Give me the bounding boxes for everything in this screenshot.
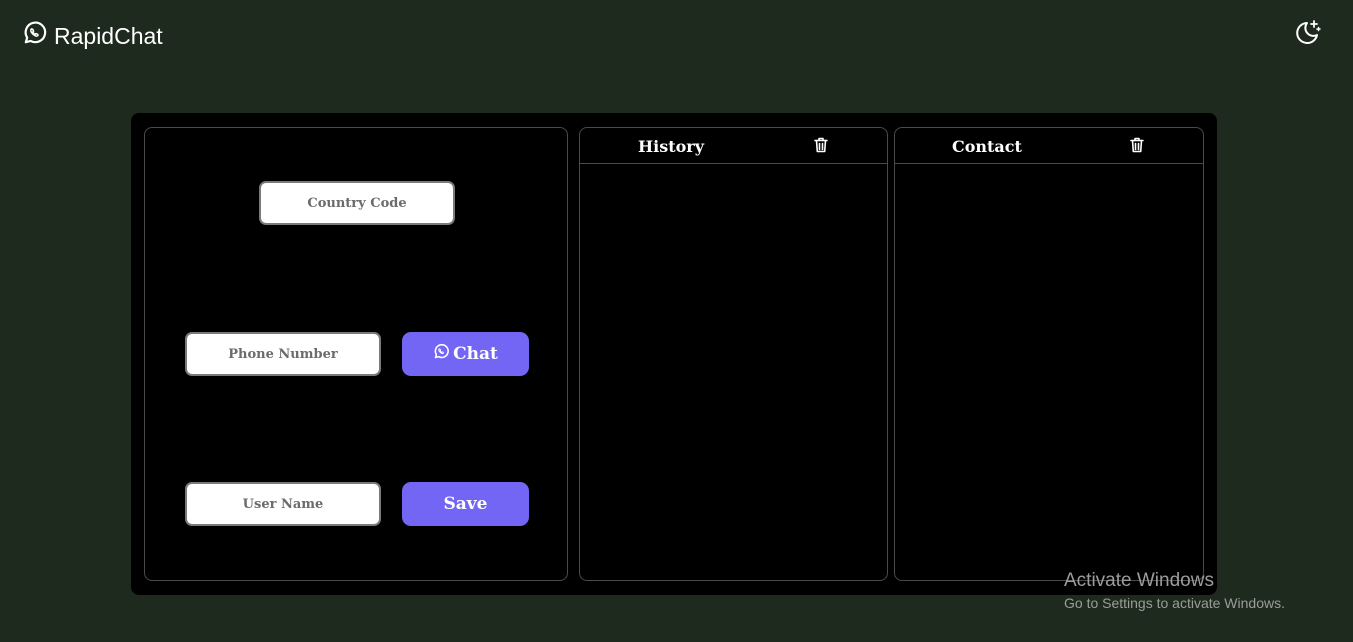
chat-button[interactable]: Chat	[402, 332, 529, 376]
brand[interactable]: RapidChat	[22, 20, 163, 52]
history-title: History	[638, 137, 704, 156]
history-header: History	[580, 128, 887, 164]
app-title: RapidChat	[54, 22, 163, 49]
save-button[interactable]: Save	[402, 482, 529, 526]
history-panel: History	[579, 127, 888, 581]
country-code-input[interactable]	[259, 181, 455, 225]
contact-panel: Contact	[894, 127, 1204, 581]
top-bar: RapidChat	[0, 0, 1353, 70]
contact-header: Contact	[895, 128, 1203, 164]
moon-stars-icon	[1291, 20, 1321, 52]
theme-toggle-button[interactable]	[1291, 18, 1321, 48]
watermark-subtitle: Go to Settings to activate Windows.	[1064, 595, 1285, 611]
whatsapp-icon	[22, 20, 48, 52]
chat-button-label: Chat	[453, 344, 498, 364]
user-name-input[interactable]	[185, 482, 381, 526]
watermark-title: Activate Windows	[1064, 570, 1214, 591]
save-button-label: Save	[443, 494, 488, 514]
form-panel: Chat Save	[144, 127, 568, 581]
contact-title: Contact	[952, 137, 1022, 156]
windows-activation-watermark: Activate Windows Go to Settings to activ…	[1064, 570, 1285, 613]
phone-number-input[interactable]	[185, 332, 381, 376]
trash-icon[interactable]	[812, 136, 830, 154]
main-card: Chat Save History Contact	[131, 113, 1217, 595]
whatsapp-icon	[433, 343, 450, 365]
trash-icon[interactable]	[1128, 136, 1146, 154]
